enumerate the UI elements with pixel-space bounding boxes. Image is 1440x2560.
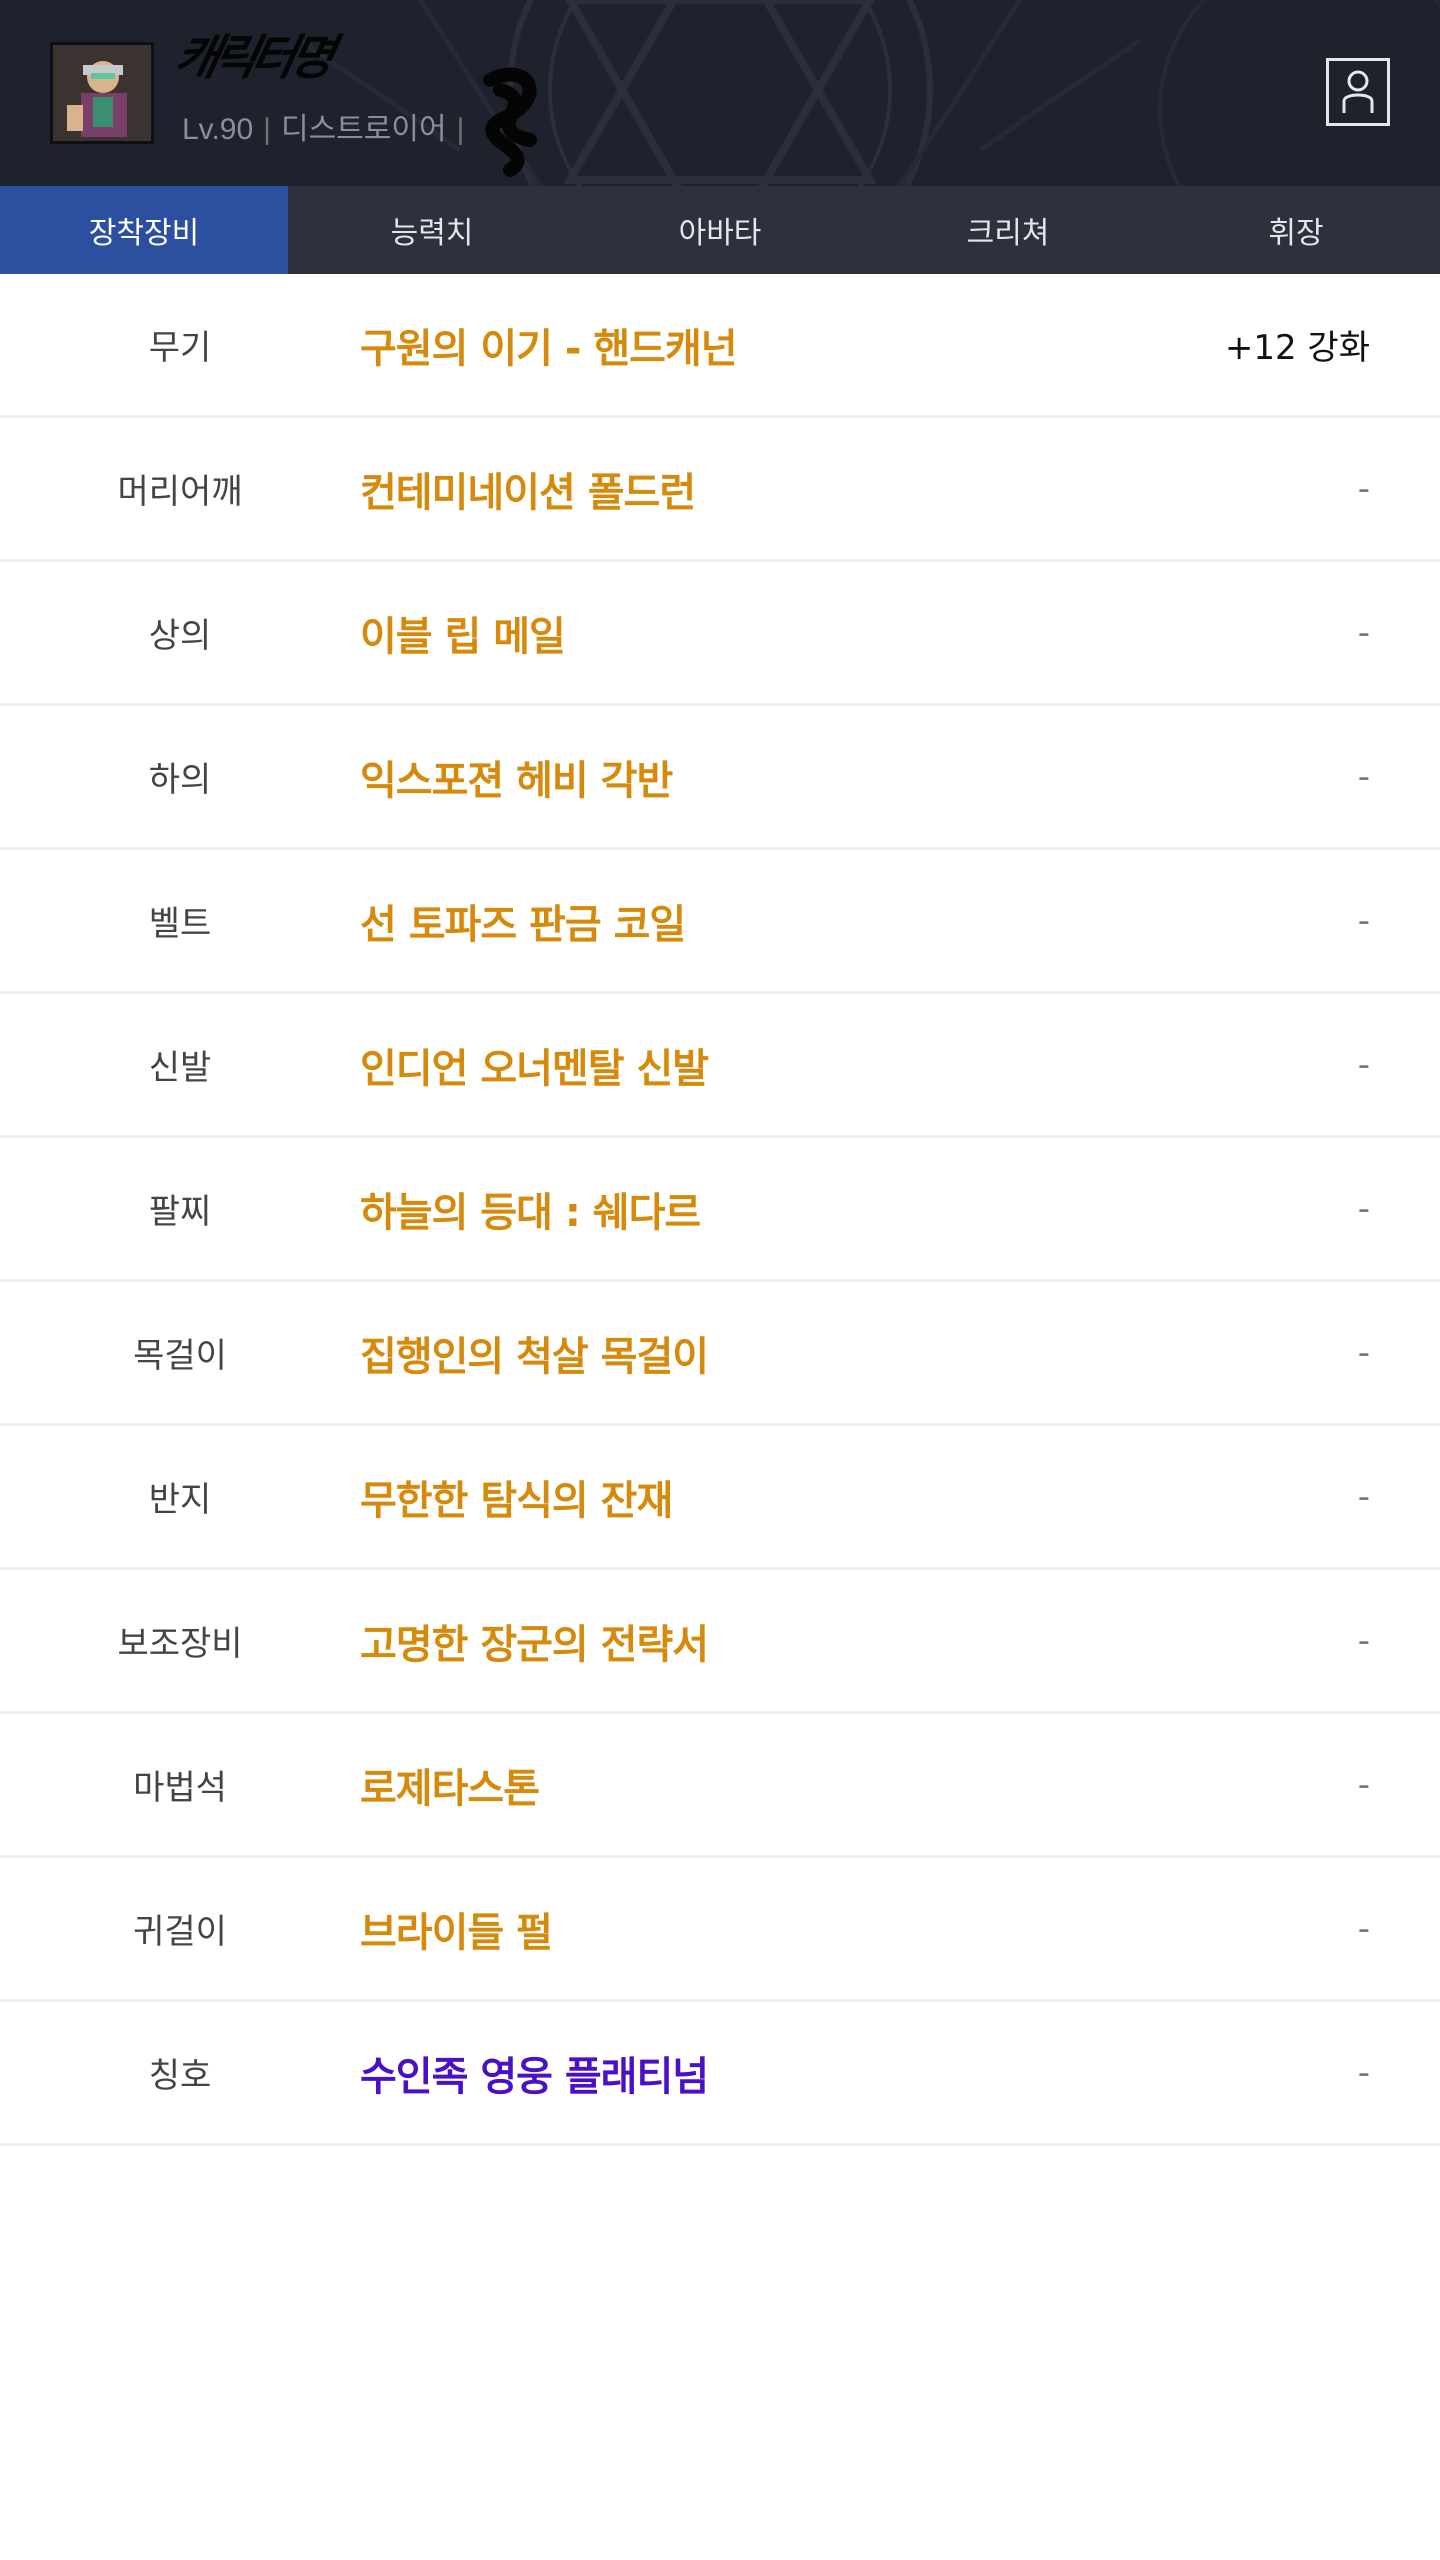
- slot-label: 칭호: [148, 2056, 212, 2096]
- slot-label: 마법석: [133, 1768, 227, 1808]
- item-name[interactable]: 로제타스톤: [360, 1756, 1110, 1814]
- equipment-row-belt[interactable]: 벨트 선 토파즈 판금 코일 -: [0, 850, 1440, 994]
- reinforce-level: +12 강화: [1224, 328, 1370, 368]
- slot-label: 귀걸이: [133, 1912, 227, 1952]
- slot-label: 신발: [148, 1048, 212, 1088]
- reinforce-level: -: [1357, 1764, 1370, 1805]
- slot-label: 보조장비: [117, 1624, 243, 1664]
- item-name[interactable]: 브라이들 펄: [360, 1900, 1110, 1958]
- equipment-row-subweapon[interactable]: 보조장비 고명한 장군의 전략서 -: [0, 1570, 1440, 1714]
- item-name[interactable]: 집행인의 척살 목걸이: [360, 1324, 1110, 1382]
- user-icon: [1342, 70, 1374, 113]
- character-level: Lv.90: [182, 113, 254, 146]
- slot-label: 무기: [148, 328, 212, 368]
- reinforce-level: -: [1357, 1620, 1370, 1661]
- item-name[interactable]: 무한한 탐식의 잔재: [360, 1468, 1110, 1526]
- item-name[interactable]: 컨테미네이션 폴드런: [360, 460, 1110, 518]
- item-name[interactable]: 인디언 오너멘탈 신발: [360, 1036, 1110, 1094]
- character-header: 캐릭터명 Lv.90 | 디스트로이어 |: [0, 0, 1440, 186]
- equipment-row-magicstone[interactable]: 마법석 로제타스톤 -: [0, 1714, 1440, 1858]
- equipment-row-weapon[interactable]: 무기 구원의 이기 - 핸드캐넌 +12 강화: [0, 274, 1440, 418]
- reinforce-level: -: [1357, 900, 1370, 941]
- equipment-row-earring[interactable]: 귀걸이 브라이들 펄 -: [0, 1858, 1440, 2002]
- equipment-row-necklace[interactable]: 목걸이 집행인의 척살 목걸이 -: [0, 1282, 1440, 1426]
- tab-equipment[interactable]: 장착장비: [0, 186, 288, 274]
- item-name[interactable]: 수인족 영웅 플래티넘: [360, 2044, 1110, 2102]
- character-name: 캐릭터명: [169, 30, 334, 86]
- reinforce-level: -: [1357, 1908, 1370, 1949]
- equipment-row-ring[interactable]: 반지 무한한 탐식의 잔재 -: [0, 1426, 1440, 1570]
- tab-avatar[interactable]: 아바타: [576, 186, 864, 274]
- slot-label: 목걸이: [133, 1336, 227, 1376]
- info-separator: |: [456, 113, 465, 146]
- item-name[interactable]: 익스포젼 헤비 각반: [360, 748, 1110, 806]
- item-name[interactable]: 하늘의 등대 : 쉐다르: [360, 1180, 1110, 1238]
- character-job: 디스트로이어: [280, 113, 447, 146]
- slot-label: 상의: [148, 616, 212, 656]
- tab-bar: 장착장비 능력치 아바타 크리쳐 휘장: [0, 186, 1440, 274]
- equipment-row-shoes[interactable]: 신발 인디언 오너멘탈 신발 -: [0, 994, 1440, 1138]
- item-name[interactable]: 구원의 이기 - 핸드캐넌: [360, 316, 1110, 374]
- item-name[interactable]: 고명한 장군의 전략서: [360, 1612, 1110, 1670]
- slot-label: 벨트: [148, 904, 212, 944]
- info-separator: |: [263, 113, 271, 146]
- user-profile-button[interactable]: [1326, 58, 1390, 126]
- reinforce-level: -: [1357, 612, 1370, 653]
- reinforce-level: -: [1357, 1332, 1370, 1373]
- reinforce-level: -: [1357, 1044, 1370, 1085]
- character-info: Lv.90 | 디스트로이어 |: [182, 104, 474, 148]
- reinforce-level: -: [1357, 1188, 1370, 1229]
- equipment-row-bracelet[interactable]: 팔찌 하늘의 등대 : 쉐다르 -: [0, 1138, 1440, 1282]
- equipment-list: 무기 구원의 이기 - 핸드캐넌 +12 강화 머리어깨 컨테미네이션 폴드런 …: [0, 274, 1440, 2146]
- equipment-row-shoulder[interactable]: 머리어깨 컨테미네이션 폴드런 -: [0, 418, 1440, 562]
- equipment-row-title[interactable]: 칭호 수인족 영웅 플래티넘 -: [0, 2002, 1440, 2146]
- item-name[interactable]: 선 토파즈 판금 코일: [360, 892, 1110, 950]
- equipment-row-top[interactable]: 상의 이블 립 메일 -: [0, 562, 1440, 706]
- tab-creature[interactable]: 크리쳐: [864, 186, 1152, 274]
- reinforce-level: -: [1357, 756, 1370, 797]
- tab-stats[interactable]: 능력치: [288, 186, 576, 274]
- reinforce-level: -: [1357, 468, 1370, 509]
- slot-label: 반지: [148, 1480, 212, 1520]
- reinforce-level: -: [1357, 1476, 1370, 1517]
- slot-label: 머리어깨: [117, 472, 243, 512]
- slot-label: 팔찌: [148, 1192, 212, 1232]
- redaction-scribble: [483, 67, 537, 177]
- reinforce-level: -: [1357, 2052, 1370, 2093]
- character-avatar: [50, 42, 154, 144]
- tab-emblem[interactable]: 휘장: [1152, 186, 1440, 274]
- item-name[interactable]: 이블 립 메일: [360, 604, 1110, 662]
- slot-label: 하의: [148, 760, 212, 800]
- equipment-row-bottom[interactable]: 하의 익스포젼 헤비 각반 -: [0, 706, 1440, 850]
